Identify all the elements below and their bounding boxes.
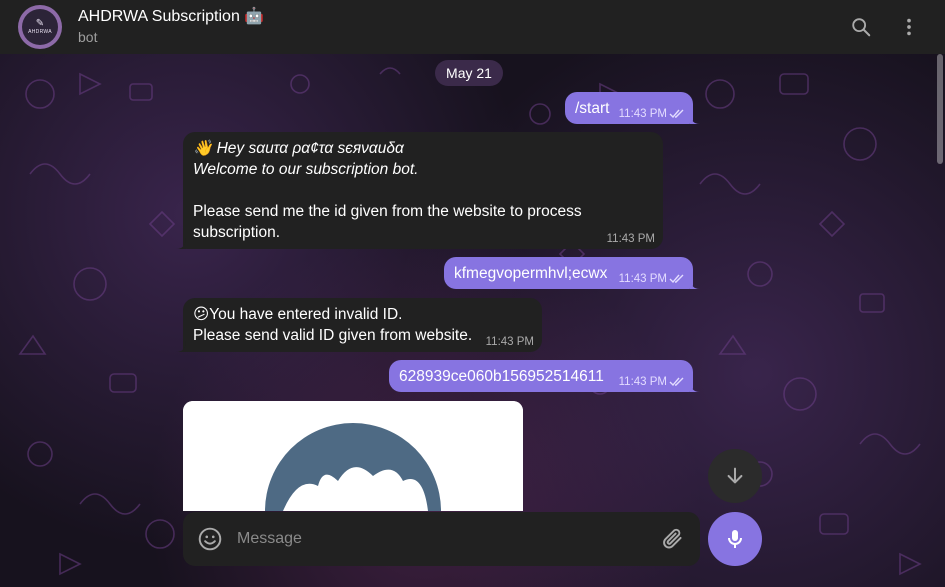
message-time: 11:43 PM [618, 108, 667, 120]
chat-title: AHDRWA Subscription 🤖 [78, 8, 265, 25]
chat-subtitle: bot [78, 29, 98, 45]
microphone-icon [728, 530, 742, 548]
emoji-button[interactable] [197, 526, 223, 552]
attach-button[interactable] [660, 526, 686, 552]
voice-record-button[interactable] [708, 512, 762, 566]
pen-icon: ✎ [35, 18, 45, 29]
message-body: 👋 Hey ѕαиτα ρα¢τα ѕєяναиδα Welcome to ou… [193, 138, 653, 243]
message-text: /start [575, 100, 610, 117]
double-check-icon [669, 274, 684, 284]
message-outgoing[interactable]: /start 11:43 PM [565, 92, 700, 124]
avatar-logo: ✎ AHDRWA [22, 9, 58, 45]
message-composer [183, 512, 700, 566]
message-time: 11:43 PM [485, 336, 534, 348]
greeting-line: 👋 Hey ѕαиτα ρα¢τα ѕєяναиδα [193, 140, 404, 157]
scrollbar[interactable] [937, 54, 943, 164]
message-time: 11:43 PM [618, 273, 667, 285]
search-icon [852, 18, 871, 37]
line-spacer [193, 180, 653, 201]
welcome-line: Welcome to our subscription bot. [193, 161, 419, 178]
message-outgoing[interactable]: kfmegvopermhvl;ecwx 11:43 PM [444, 257, 700, 289]
avatar-text: AHDRWA [28, 29, 52, 35]
message-meta: 11:43 PM [607, 232, 655, 246]
chat-header: ✎ AHDRWA AHDRWA Subscription 🤖 bot [0, 0, 945, 54]
bubble-tail [176, 340, 186, 352]
message-input[interactable] [237, 528, 637, 550]
message-meta: 11:43 PM [619, 375, 685, 389]
instruction-line: Please send me the id given from the web… [193, 203, 582, 241]
message-meta: 11:43 PM [619, 272, 685, 286]
photo-message[interactable] [183, 401, 523, 511]
user-avatar-placeholder-image [183, 401, 523, 511]
double-check-icon [669, 109, 684, 119]
message-text: 628939ce060b156952514611 [399, 368, 604, 385]
message-incoming[interactable]: 😕You have entered invalid ID. Please sen… [176, 298, 542, 352]
paperclip-icon [663, 528, 682, 549]
message-incoming[interactable]: 👋 Hey ѕαиτα ρα¢τα ѕєяναиδα Welcome to ou… [176, 132, 663, 249]
error-line: 😕You have entered invalid ID. [193, 306, 403, 323]
avatar[interactable]: ✎ AHDRWA [18, 5, 62, 49]
chat-info[interactable]: AHDRWA Subscription 🤖 bot [78, 7, 264, 46]
message-body: 😕You have entered invalid ID. Please sen… [193, 304, 472, 346]
more-button[interactable] [894, 12, 924, 42]
arrow-down-icon [727, 467, 743, 484]
bubble-tail [176, 237, 186, 249]
emoji-icon [198, 527, 222, 551]
hint-line: Please send valid ID given from website. [193, 327, 473, 344]
message-meta: 11:43 PM [486, 335, 534, 349]
more-vertical-icon [907, 18, 911, 36]
bubble-tail [690, 380, 700, 392]
double-check-icon [669, 377, 684, 387]
message-outgoing[interactable]: 628939ce060b156952514611 11:43 PM [389, 360, 700, 392]
bubble-tail [690, 277, 700, 289]
message-text: kfmegvopermhvl;ecwx [454, 265, 608, 282]
message-time: 11:43 PM [618, 376, 667, 388]
search-button[interactable] [846, 12, 876, 42]
bubble-tail [690, 112, 700, 124]
scroll-down-button[interactable] [708, 449, 762, 503]
message-time: 11:43 PM [606, 233, 655, 245]
message-meta: 11:43 PM [619, 107, 685, 121]
date-separator: May 21 [435, 60, 503, 86]
